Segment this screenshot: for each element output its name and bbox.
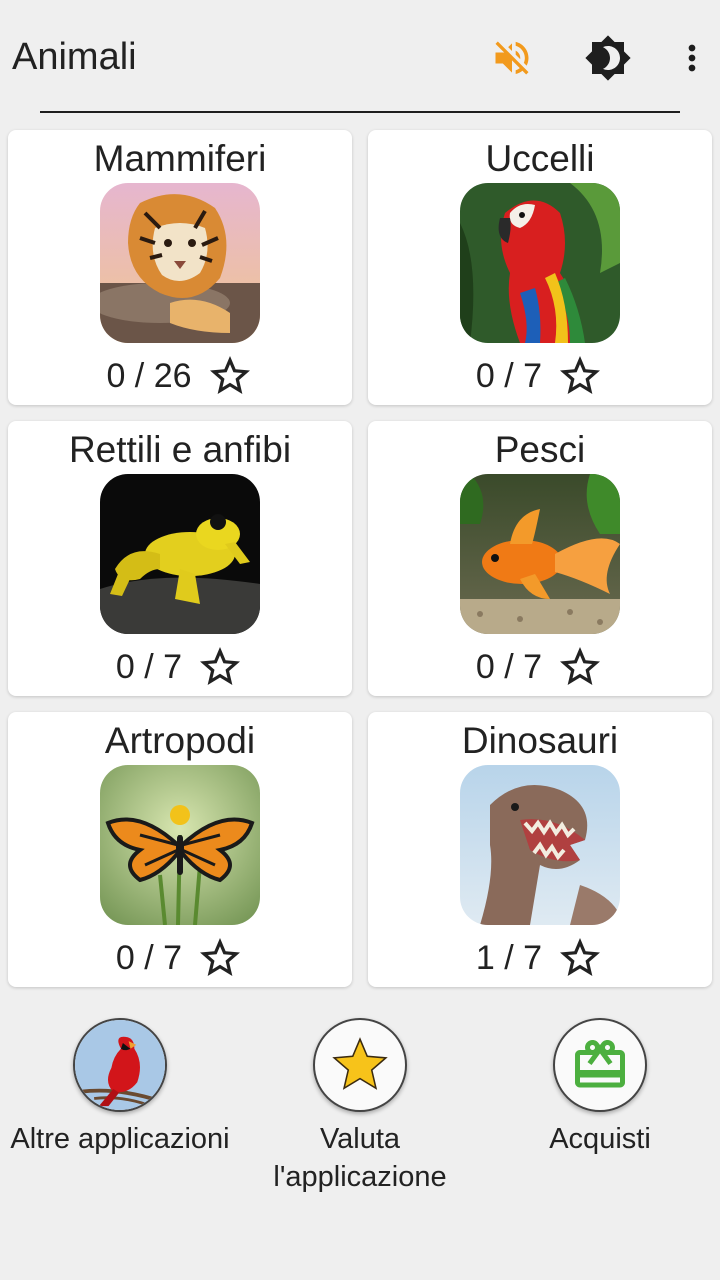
tiger-image <box>100 183 260 343</box>
app-bar: Animali <box>0 0 720 113</box>
category-progress: 1 / 7 <box>368 934 712 982</box>
category-title: Pesci <box>494 429 586 470</box>
rate-app-item: Valuta l'applicazione <box>240 1018 480 1196</box>
category-title: Uccelli <box>485 138 595 179</box>
theme-toggle-button[interactable] <box>580 30 636 86</box>
category-card-arthropods[interactable]: Artropodi 0 / 7 <box>8 712 352 987</box>
star-outline-icon <box>560 938 601 976</box>
category-title: Rettili e anfibi <box>68 429 292 470</box>
purchases-item: Acquisti <box>480 1018 720 1196</box>
appbar-actions <box>484 30 720 86</box>
other-apps-button[interactable] <box>73 1018 167 1112</box>
progress-count: 0 / 7 <box>475 647 543 686</box>
goldfish-image <box>460 474 620 634</box>
star-filled-icon <box>332 1037 388 1090</box>
category-card-fish[interactable]: Pesci 0 / 7 <box>368 421 712 696</box>
frog-image <box>100 474 260 634</box>
category-progress: 0 / 7 <box>8 934 352 982</box>
category-card-dinosaurs[interactable]: Dinosauri 1 / 7 <box>368 712 712 987</box>
purchases-button[interactable] <box>553 1018 647 1112</box>
other-apps-item: Altre applicazioni <box>0 1018 240 1196</box>
dinosaur-image <box>460 765 620 925</box>
progress-count: 1 / 7 <box>475 938 543 977</box>
category-title: Artropodi <box>104 720 256 761</box>
category-progress: 0 / 26 <box>8 352 352 400</box>
overflow-menu-button[interactable] <box>664 30 720 86</box>
star-outline-icon <box>560 647 601 685</box>
more-vert-icon <box>688 44 696 72</box>
category-grid: Mammiferi 0 / 26 Uccelli 0 / 7 Rettili e… <box>8 130 712 987</box>
volume-off-icon <box>495 41 529 75</box>
brightness-icon <box>585 35 631 81</box>
cardinal-bird-icon <box>75 1020 165 1110</box>
star-outline-icon <box>200 938 241 976</box>
category-progress: 0 / 7 <box>368 643 712 691</box>
star-outline-icon <box>200 647 241 685</box>
category-progress: 0 / 7 <box>368 352 712 400</box>
progress-count: 0 / 26 <box>106 356 192 395</box>
other-apps-label: Altre applicazioni <box>10 1123 230 1155</box>
butterfly-image <box>100 765 260 925</box>
star-outline-icon <box>560 356 601 394</box>
rate-app-label: Valuta l'applicazione <box>273 1123 447 1193</box>
gift-icon <box>575 1040 625 1088</box>
category-card-reptiles[interactable]: Rettili e anfibi 0 / 7 <box>8 421 352 696</box>
progress-count: 0 / 7 <box>475 356 543 395</box>
rate-app-button[interactable] <box>313 1018 407 1112</box>
category-card-mammals[interactable]: Mammiferi 0 / 26 <box>8 130 352 405</box>
bottom-actions: Altre applicazioni Valuta l'applicazione… <box>0 1018 720 1196</box>
appbar-divider <box>40 111 680 113</box>
category-card-birds[interactable]: Uccelli 0 / 7 <box>368 130 712 405</box>
parrot-image <box>460 183 620 343</box>
category-title: Mammiferi <box>93 138 267 179</box>
progress-count: 0 / 7 <box>115 647 183 686</box>
progress-count: 0 / 7 <box>115 938 183 977</box>
sound-off-button[interactable] <box>484 30 540 86</box>
purchases-label: Acquisti <box>549 1123 651 1155</box>
app-title: Animali <box>12 36 137 78</box>
star-outline-icon <box>209 356 250 394</box>
category-title: Dinosauri <box>461 720 619 761</box>
category-progress: 0 / 7 <box>8 643 352 691</box>
